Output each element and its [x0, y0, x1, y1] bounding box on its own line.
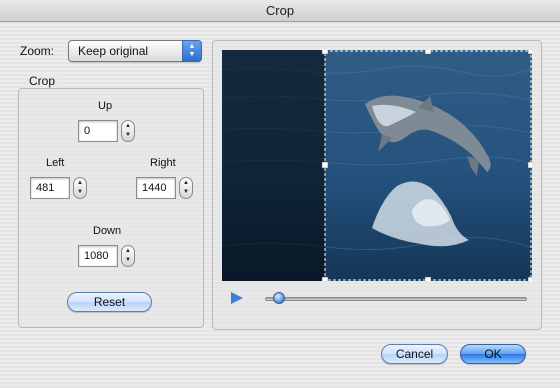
video-preview — [222, 50, 532, 281]
zoom-select-value: Keep original — [78, 44, 149, 58]
play-icon[interactable] — [231, 292, 243, 304]
timeline-thumb[interactable] — [272, 292, 285, 304]
window-title: Crop — [0, 0, 560, 22]
crop-down-stepper[interactable]: ▲ ▼ — [121, 245, 135, 267]
crop-down-input[interactable]: 1080 — [78, 245, 118, 267]
crop-right-label: Right — [150, 157, 176, 169]
crop-left-input[interactable]: 481 — [30, 177, 70, 199]
crop-right-stepper[interactable]: ▲ ▼ — [179, 177, 193, 199]
crop-right-input[interactable]: 1440 — [136, 177, 176, 199]
crop-left-stepper[interactable]: ▲ ▼ — [73, 177, 87, 199]
crop-up-input[interactable]: 0 — [78, 120, 118, 142]
crop-down-label: Down — [93, 225, 122, 237]
timeline-track[interactable] — [265, 297, 527, 301]
zoom-select[interactable]: Keep original ▲ ▼ — [68, 40, 202, 62]
reset-button[interactable]: Reset — [67, 292, 152, 312]
ok-button[interactable]: OK — [460, 344, 526, 364]
chevron-up-down-icon: ▲ ▼ — [182, 40, 202, 62]
crop-up-stepper[interactable]: ▲ ▼ — [121, 120, 135, 142]
video-frame — [222, 50, 532, 281]
zoom-label: Zoom: — [20, 44, 55, 58]
cancel-button[interactable]: Cancel — [381, 344, 448, 364]
crop-dialog: Crop Zoom: Keep original ▲ ▼ Crop Up 0 ▲ ▼… — [0, 0, 560, 388]
crop-left-label: Left — [46, 157, 65, 169]
crop-group-title: Crop — [26, 74, 59, 88]
crop-up-label: Up — [98, 100, 113, 112]
